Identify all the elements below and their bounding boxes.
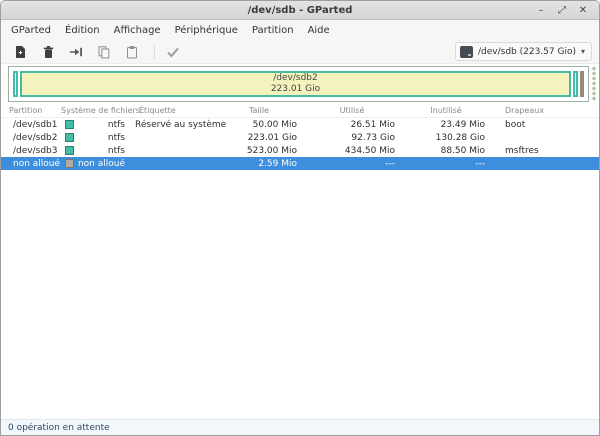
device-selector-value: /dev/sdb (223.57 Gio) <box>478 47 576 57</box>
cell-used: 434.50 Mio <box>303 146 401 156</box>
segment-size: 223.01 Gio <box>271 84 320 95</box>
header-label: Étiquette <box>131 106 215 115</box>
apply-operations-button[interactable] <box>161 42 185 62</box>
header-unused: Inutilisé <box>401 106 491 115</box>
toolbar-separator <box>154 45 155 59</box>
copy-button[interactable] <box>92 42 116 62</box>
copy-icon <box>97 45 111 59</box>
header-filesystem: Système de fichiers <box>59 106 131 115</box>
chevron-down-icon: ▾ <box>581 47 585 56</box>
filesystem-name: ntfs <box>108 133 125 143</box>
menu-peripherique[interactable]: Périphérique <box>168 22 245 39</box>
partition-segment-unallocated[interactable] <box>580 71 584 97</box>
menu-edition[interactable]: Édition <box>58 22 107 39</box>
cell-partition: non alloué <box>1 159 59 169</box>
cell-flags: boot <box>491 120 599 130</box>
header-size: Taille <box>215 106 303 115</box>
cell-unused: 130.28 Gio <box>401 133 491 143</box>
gparted-window: /dev/sdb - GParted – ⤢ ✕ GParted Édition… <box>0 0 600 436</box>
new-partition-button[interactable] <box>8 42 32 62</box>
menu-gparted[interactable]: GParted <box>4 22 58 39</box>
filesystem-color-swatch <box>65 146 74 155</box>
close-button[interactable]: ✕ <box>576 3 590 17</box>
menu-partition[interactable]: Partition <box>245 22 301 39</box>
header-flags: Drapeaux <box>491 106 599 115</box>
cell-filesystem: ntfs <box>59 133 131 143</box>
cell-partition: /dev/sdb1 <box>1 120 59 130</box>
disk-visual-frame: /dev/sdb2 223.01 Gio <box>8 66 589 102</box>
status-text: 0 opération en attente <box>8 423 110 433</box>
cell-partition: /dev/sdb3 <box>1 146 59 156</box>
minimize-button[interactable]: – <box>534 3 548 17</box>
statusbar: 0 opération en attente <box>1 419 599 435</box>
cell-filesystem: ntfs <box>59 146 131 156</box>
partition-segment-sdb3[interactable] <box>573 71 578 97</box>
table-header-row: Partition Système de fichiers Étiquette … <box>1 104 599 118</box>
resize-move-button[interactable] <box>64 42 88 62</box>
window-edge-grip <box>590 66 598 102</box>
device-selector[interactable]: /dev/sdb (223.57 Gio) ▾ <box>455 42 592 61</box>
cell-size: 50.00 Mio <box>215 120 303 130</box>
filesystem-color-swatch <box>65 120 74 129</box>
empty-area <box>1 170 599 419</box>
partition-table: Partition Système de fichiers Étiquette … <box>1 104 599 170</box>
filesystem-name: non alloué <box>78 159 125 169</box>
cell-flags: msftres <box>491 146 599 156</box>
paste-button[interactable] <box>120 42 144 62</box>
trash-icon <box>42 45 55 59</box>
resize-move-icon <box>69 45 83 59</box>
window-controls: – ⤢ ✕ <box>534 3 599 17</box>
filesystem-name: ntfs <box>108 146 125 156</box>
disk-visual-area: /dev/sdb2 223.01 Gio <box>1 64 599 104</box>
header-partition: Partition <box>1 106 59 115</box>
cell-unused: 23.49 Mio <box>401 120 491 130</box>
partition-segment-sdb2[interactable]: /dev/sdb2 223.01 Gio <box>20 71 571 97</box>
cell-unused: --- <box>401 159 491 169</box>
table-row-sdb1[interactable]: /dev/sdb1 ntfs Réservé au système 50.00 … <box>1 118 599 131</box>
cell-used: 92.73 Gio <box>303 133 401 143</box>
cell-filesystem: non alloué <box>59 159 131 169</box>
cell-size: 2.59 Mio <box>215 159 303 169</box>
table-row-sdb3[interactable]: /dev/sdb3 ntfs 523.00 Mio 434.50 Mio 88.… <box>1 144 599 157</box>
cell-size: 223.01 Gio <box>215 133 303 143</box>
window-title: /dev/sdb - GParted <box>1 5 599 16</box>
toolbar: /dev/sdb (223.57 Gio) ▾ <box>1 40 599 64</box>
cell-unused: 88.50 Mio <box>401 146 491 156</box>
filesystem-name: ntfs <box>108 120 125 130</box>
menu-affichage[interactable]: Affichage <box>107 22 168 39</box>
new-partition-icon <box>14 45 27 59</box>
menu-aide[interactable]: Aide <box>301 22 337 39</box>
cell-partition: /dev/sdb2 <box>1 133 59 143</box>
cell-size: 523.00 Mio <box>215 146 303 156</box>
checkmark-icon <box>166 45 180 59</box>
cell-filesystem: ntfs <box>59 120 131 130</box>
filesystem-color-swatch <box>65 133 74 142</box>
partition-segment-sdb1[interactable] <box>13 71 18 97</box>
titlebar: /dev/sdb - GParted – ⤢ ✕ <box>1 1 599 20</box>
drive-icon <box>460 46 473 58</box>
table-row-unallocated-selected[interactable]: non alloué non alloué 2.59 Mio --- --- <box>1 157 599 170</box>
delete-partition-button[interactable] <box>36 42 60 62</box>
cell-used: --- <box>303 159 401 169</box>
segment-label: /dev/sdb2 <box>273 73 317 84</box>
menubar: GParted Édition Affichage Périphérique P… <box>1 20 599 40</box>
paste-icon <box>125 45 139 59</box>
cell-label: Réservé au système <box>131 120 215 130</box>
cell-used: 26.51 Mio <box>303 120 401 130</box>
filesystem-color-swatch <box>65 159 74 168</box>
table-row-sdb2[interactable]: /dev/sdb2 ntfs 223.01 Gio 92.73 Gio 130.… <box>1 131 599 144</box>
maximize-button[interactable]: ⤢ <box>555 3 569 17</box>
header-used: Utilisé <box>303 106 401 115</box>
